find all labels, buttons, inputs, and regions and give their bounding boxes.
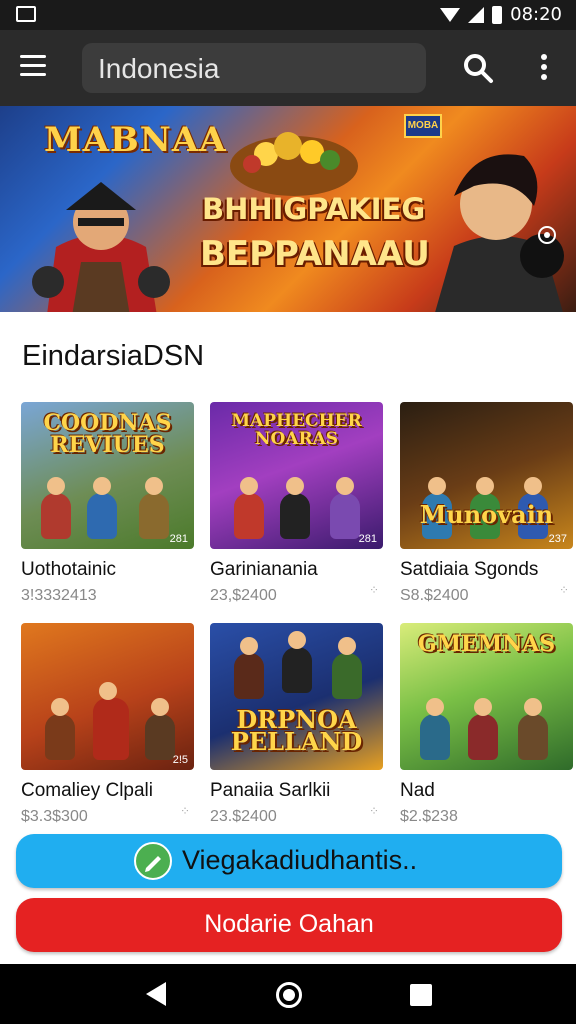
primary-action-label: Viegakadiudhantis.. (182, 845, 418, 875)
game-price: $3.3$300 (21, 808, 88, 825)
game-thumbnail[interactable]: Munovain 237 (400, 402, 573, 549)
game-price: 3!3332413 (21, 587, 97, 604)
game-name: Satdiaia Sgonds (400, 559, 539, 580)
more-dots[interactable]: ⁘ (369, 804, 379, 818)
hero-left-character (32, 182, 170, 312)
app-bar: Indonesia (0, 30, 576, 106)
banner-title-line2: BEPPANAAU (200, 234, 430, 274)
thumb-label: MAPHECHER NOARAS (231, 411, 362, 449)
hero-right-character (435, 154, 564, 312)
wifi-icon (440, 7, 461, 22)
recent-apps-icon[interactable] (410, 984, 432, 1006)
game-card[interactable]: 2!5 Comaliey Clpali $3.3$300 ⁘ (21, 623, 196, 826)
section-title: EindarsiaDSN (22, 340, 205, 372)
secondary-action-button[interactable]: Nodarie Oahan (16, 898, 562, 952)
game-name: Garinianania (210, 559, 318, 580)
thumb-label: GMEMNAS (417, 631, 556, 657)
banner-title-line1: BHHIGPAKIEG (202, 192, 426, 226)
thumb-label: Munovain (419, 500, 554, 529)
settings-gear-icon[interactable] (536, 224, 558, 246)
signal-icon (468, 6, 485, 23)
status-icons: 08:20 (440, 4, 562, 25)
hamburger-menu-icon[interactable] (20, 55, 46, 77)
battery-icon (492, 5, 503, 24)
thumb-corner-text: 281 (169, 533, 188, 545)
home-icon[interactable] (276, 982, 302, 1008)
primary-action-button[interactable]: Viegakadiudhantis.. (16, 834, 562, 888)
thumb-label: DRPNOA PELLAND (230, 705, 363, 756)
game-thumbnail[interactable]: DRPNOA PELLAND (210, 623, 383, 770)
game-card[interactable]: COODNAS REVIUES 281 Uothotainic 3!333241… (21, 402, 196, 605)
game-thumbnail[interactable]: GMEMNAS (400, 623, 573, 770)
image-icon (16, 6, 36, 22)
thumb-corner-text: 237 (548, 533, 567, 545)
game-name: Comaliey Clpali (21, 780, 153, 801)
corner-logo: MOBA (404, 114, 442, 138)
status-time: 08:20 (510, 4, 562, 25)
secondary-action-label: Nodarie Oahan (204, 910, 374, 938)
more-vert-icon[interactable] (538, 54, 550, 84)
promo-banner[interactable]: MABNAA BHHIGPAKIEG BEPPANAAU MOBA (0, 106, 576, 312)
game-price: $2.$238 (400, 808, 458, 825)
system-nav-bar (0, 964, 576, 1024)
game-thumbnail[interactable]: 2!5 (21, 623, 194, 770)
game-name: Nad (400, 780, 435, 801)
game-thumbnail[interactable]: COODNAS REVIUES 281 (21, 402, 194, 549)
game-thumbnail[interactable]: MAPHECHER NOARAS 281 (210, 402, 383, 549)
pencil-icon (134, 842, 172, 880)
game-card[interactable]: GMEMNAS Nad $2.$238 (400, 623, 575, 826)
search-input[interactable]: Indonesia (82, 43, 426, 93)
thumb-label: COODNAS REVIUES (43, 410, 172, 458)
game-price: S8.$2400 (400, 587, 469, 604)
game-name: Panaiia Sarlkii (210, 780, 331, 801)
game-card[interactable]: MAPHECHER NOARAS 281 Garinianania 23,$24… (210, 402, 385, 605)
status-bar: 08:20 (0, 0, 576, 30)
game-price: 23.$2400 (210, 808, 277, 825)
game-name: Uothotainic (21, 559, 117, 580)
thumb-corner-text: 2!5 (172, 754, 188, 766)
back-icon[interactable] (146, 982, 166, 1006)
search-icon[interactable] (462, 52, 494, 84)
more-dots[interactable]: ⁘ (369, 583, 379, 597)
game-card[interactable]: DRPNOA PELLAND Panaiia Sarlkii 23.$2400 … (210, 623, 385, 826)
more-dots[interactable]: ⁘ (180, 804, 190, 818)
game-price: 23,$2400 (210, 587, 277, 604)
game-card[interactable]: Munovain 237 Satdiaia Sgonds S8.$2400 ⁘ (400, 402, 575, 605)
search-input-value: Indonesia (98, 53, 220, 84)
thumb-corner-text: 281 (358, 533, 377, 545)
more-dots[interactable]: ⁘ (559, 583, 569, 597)
banner-logo-text: MABNAA (44, 120, 227, 160)
